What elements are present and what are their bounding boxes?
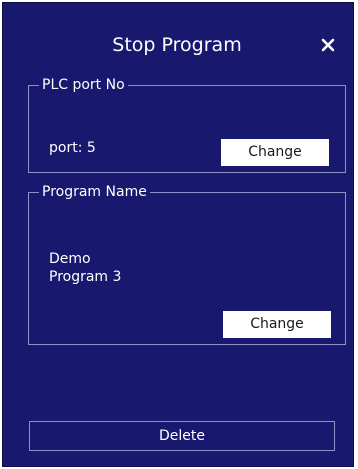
change-program-button[interactable]: Change [223,311,331,338]
program-name-group: Program Name Demo Program 3 Change [28,184,346,345]
close-icon[interactable] [316,33,340,57]
stop-program-dialog: Stop Program PLC port No port: 5 Change … [2,2,354,467]
plc-port-value: port: 5 [49,140,96,156]
plc-port-group: PLC port No port: 5 Change [28,77,346,173]
dialog-title: Stop Program [112,34,242,56]
plc-port-legend: PLC port No [42,77,125,93]
change-port-button[interactable]: Change [221,139,329,166]
program-name-legend: Program Name [42,184,147,200]
delete-button[interactable]: Delete [29,421,335,451]
program-name-value: Demo Program 3 [49,251,122,285]
